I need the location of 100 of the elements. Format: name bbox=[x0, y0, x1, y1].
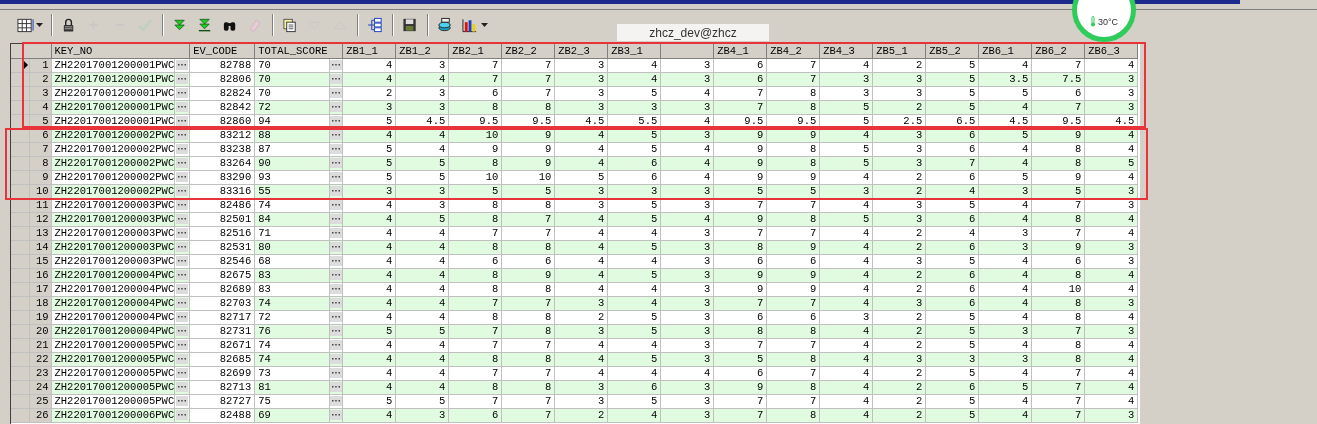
ellipsis-button[interactable] bbox=[330, 171, 342, 182]
ellipsis-button[interactable] bbox=[330, 269, 342, 280]
ellipsis-button[interactable] bbox=[330, 73, 342, 84]
ellipsis-button[interactable] bbox=[330, 157, 342, 168]
tooltip: zhcz_dev@zhcz bbox=[617, 24, 769, 41]
ellipsis-button[interactable] bbox=[330, 227, 342, 238]
column-header[interactable]: ZB6_3 bbox=[1084, 44, 1138, 58]
ellipsis-button[interactable] bbox=[176, 381, 189, 392]
column-header[interactable]: ZB3_1 bbox=[607, 44, 661, 58]
ellipsis-button[interactable] bbox=[330, 87, 342, 98]
ellipsis-button[interactable] bbox=[330, 409, 342, 420]
column-header[interactable]: KEY_NO bbox=[51, 44, 190, 58]
ellipsis-button[interactable] bbox=[176, 185, 189, 196]
ellipsis-icon bbox=[178, 231, 187, 234]
column-header[interactable]: ZB2_1 bbox=[448, 44, 502, 58]
ellipsis-button[interactable] bbox=[176, 255, 189, 266]
ellipsis-icon bbox=[178, 105, 187, 108]
ellipsis-button[interactable] bbox=[176, 409, 189, 420]
ellipsis-icon bbox=[178, 259, 187, 262]
ellipsis-button[interactable] bbox=[330, 395, 342, 406]
bar-chart-icon bbox=[462, 17, 479, 33]
ellipsis-button[interactable] bbox=[176, 213, 189, 224]
ellipsis-button[interactable] bbox=[330, 339, 342, 350]
ellipsis-button[interactable] bbox=[176, 269, 189, 280]
ellipsis-icon bbox=[178, 217, 187, 220]
column-header[interactable]: ZB4_2 bbox=[766, 44, 820, 58]
ellipsis-button[interactable] bbox=[330, 185, 342, 196]
ellipsis-icon bbox=[332, 91, 341, 94]
ellipsis-button[interactable] bbox=[176, 227, 189, 238]
column-header[interactable]: ZB4_1 bbox=[713, 44, 767, 58]
ellipsis-button[interactable] bbox=[176, 395, 189, 406]
ellipsis-icon bbox=[178, 203, 187, 206]
ellipsis-button[interactable] bbox=[176, 101, 189, 112]
ellipsis-button[interactable] bbox=[330, 199, 342, 210]
ellipsis-icon bbox=[332, 399, 341, 402]
column-header[interactable]: TOTAL_SCORE bbox=[254, 44, 343, 58]
ellipsis-button[interactable] bbox=[176, 199, 189, 210]
ellipsis-icon bbox=[332, 63, 341, 66]
column-header[interactable]: ZB2_2 bbox=[501, 44, 555, 58]
ellipsis-icon bbox=[178, 287, 187, 290]
documents-icon bbox=[282, 17, 299, 33]
ellipsis-button[interactable] bbox=[176, 241, 189, 252]
ellipsis-button[interactable] bbox=[330, 381, 342, 392]
ellipsis-icon bbox=[178, 329, 187, 332]
save-icon bbox=[402, 17, 419, 33]
ellipsis-icon bbox=[178, 63, 187, 66]
ellipsis-button[interactable] bbox=[330, 59, 342, 70]
column-header[interactable]: ZB1_2 bbox=[395, 44, 449, 58]
ellipsis-icon bbox=[332, 259, 341, 262]
ellipsis-icon bbox=[178, 343, 187, 346]
ellipsis-button[interactable] bbox=[330, 213, 342, 224]
ellipsis-icon bbox=[332, 287, 341, 290]
ellipsis-icon bbox=[332, 119, 341, 122]
column-header[interactable]: ZB6_1 bbox=[978, 44, 1032, 58]
column-header[interactable]: ZB1_1 bbox=[342, 44, 396, 58]
tree-icon bbox=[367, 17, 384, 33]
ellipsis-icon bbox=[332, 147, 341, 150]
column-header[interactable]: ZB2_3 bbox=[554, 44, 608, 58]
ellipsis-button[interactable] bbox=[176, 87, 189, 98]
column-header[interactable]: ZB4_3 bbox=[819, 44, 873, 58]
caret-icon bbox=[36, 23, 43, 27]
ellipsis-button[interactable] bbox=[330, 129, 342, 140]
ellipsis-button[interactable] bbox=[176, 283, 189, 294]
ellipsis-button[interactable] bbox=[330, 297, 342, 308]
column-header[interactable]: EV_CODE bbox=[189, 44, 255, 58]
ellipsis-button[interactable] bbox=[176, 129, 189, 140]
ellipsis-button[interactable] bbox=[176, 297, 189, 308]
column-header[interactable]: ZB6_2 bbox=[1031, 44, 1085, 58]
ellipsis-button[interactable] bbox=[176, 59, 189, 70]
ellipsis-button[interactable] bbox=[176, 367, 189, 378]
ellipsis-button[interactable] bbox=[176, 171, 189, 182]
ellipsis-icon bbox=[332, 189, 341, 192]
ellipsis-button[interactable] bbox=[176, 143, 189, 154]
ellipsis-button[interactable] bbox=[330, 367, 342, 378]
ellipsis-button[interactable] bbox=[176, 115, 189, 126]
ellipsis-button[interactable] bbox=[176, 311, 189, 322]
ellipsis-button[interactable] bbox=[330, 255, 342, 266]
ellipsis-button[interactable] bbox=[330, 101, 342, 112]
ellipsis-button[interactable] bbox=[330, 241, 342, 252]
column-header[interactable]: ZB5_2 bbox=[925, 44, 979, 58]
ellipsis-button[interactable] bbox=[330, 353, 342, 364]
ellipsis-button[interactable] bbox=[176, 73, 189, 84]
ellipsis-button[interactable] bbox=[176, 339, 189, 350]
ellipsis-button[interactable] bbox=[176, 157, 189, 168]
ellipsis-icon bbox=[178, 315, 187, 318]
ellipsis-button[interactable] bbox=[330, 283, 342, 294]
ellipsis-button[interactable] bbox=[330, 311, 342, 322]
ellipsis-icon bbox=[178, 77, 187, 80]
ellipsis-button[interactable] bbox=[330, 115, 342, 126]
column-header[interactable]: ZB5_1 bbox=[872, 44, 926, 58]
ellipsis-icon bbox=[332, 385, 341, 388]
ellipsis-icon bbox=[332, 175, 341, 178]
ellipsis-button[interactable] bbox=[330, 325, 342, 336]
ellipsis-icon bbox=[332, 413, 341, 416]
ellipsis-button[interactable] bbox=[176, 325, 189, 336]
ellipsis-icon bbox=[332, 231, 341, 234]
ellipsis-button[interactable] bbox=[176, 353, 189, 364]
thermometer-icon bbox=[1089, 16, 1096, 27]
ellipsis-button[interactable] bbox=[330, 143, 342, 154]
caret-icon bbox=[481, 23, 488, 27]
